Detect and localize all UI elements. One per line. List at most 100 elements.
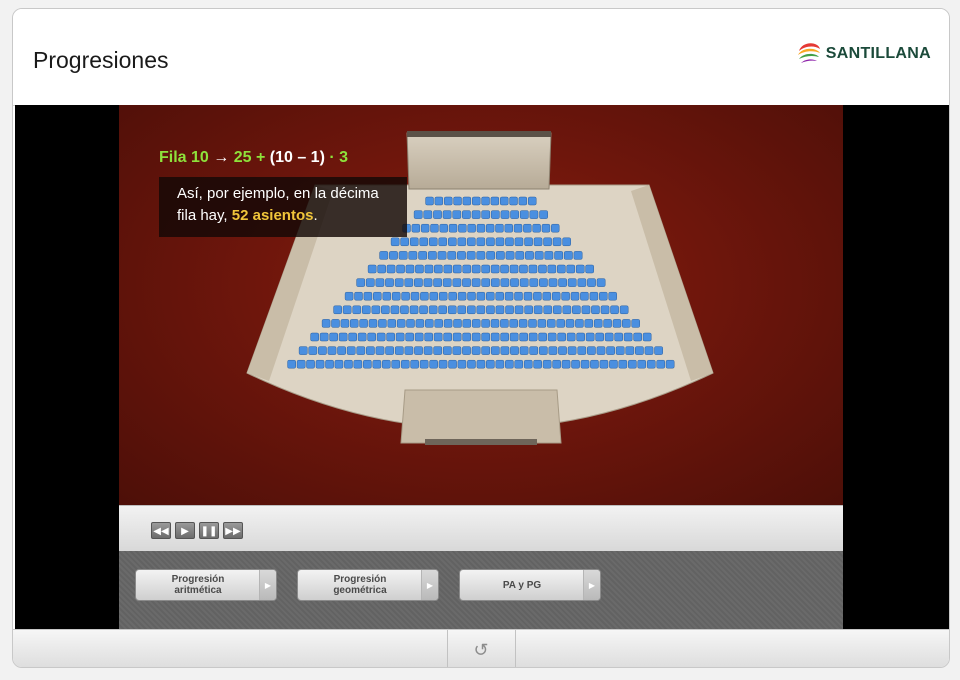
seat [609, 359, 618, 369]
seat [509, 332, 519, 342]
footer-bar: ↺ [13, 629, 949, 667]
seat [490, 264, 500, 274]
caption-highlight: 52 asientos [231, 207, 314, 224]
seat [409, 305, 419, 315]
pa-y-pg-button[interactable]: PA y PG ▶ [459, 569, 601, 601]
seat [500, 196, 509, 206]
seat [377, 264, 386, 274]
seat [353, 359, 363, 369]
seat [538, 346, 548, 355]
seat [628, 359, 637, 369]
seat [444, 196, 453, 206]
seat [534, 251, 544, 260]
seat [476, 359, 486, 369]
seat [413, 210, 423, 219]
seat [471, 319, 481, 328]
play-icon: ▶ [181, 526, 189, 537]
seat [623, 332, 633, 342]
logo-swirl-icon [797, 43, 820, 63]
seat [606, 346, 615, 355]
seat [471, 210, 481, 219]
formula-plus: + [255, 149, 266, 166]
seat [548, 346, 558, 355]
play-button[interactable]: ▶ [175, 522, 195, 539]
seat [433, 278, 442, 287]
seat [525, 251, 534, 260]
seat [481, 278, 491, 287]
seat [514, 305, 524, 315]
fast-forward-icon: ▶▶ [225, 526, 241, 537]
seat [538, 332, 547, 342]
progresion-aritmetica-button[interactable]: Progresión aritmética ▶ [135, 569, 277, 601]
seat [505, 359, 514, 369]
seat [433, 210, 442, 219]
seat [415, 319, 425, 328]
video-stage: Fila 10 → 25 + (10 – 1) · 3 Así, por eje… [15, 105, 949, 629]
seat [366, 346, 375, 355]
seat [448, 237, 457, 247]
reload-icon[interactable]: ↺ [471, 640, 491, 660]
seat [349, 319, 359, 328]
seat [519, 278, 529, 287]
seat [615, 346, 625, 355]
seat [438, 237, 448, 247]
seat [539, 278, 548, 287]
seat [500, 346, 510, 355]
seat [467, 305, 476, 315]
rewind-button[interactable]: ◀◀ [151, 522, 171, 539]
seat [495, 237, 505, 247]
seat [452, 346, 462, 355]
seat [538, 264, 547, 274]
seat [400, 305, 409, 315]
seat [500, 278, 510, 287]
seat [551, 291, 561, 301]
seat [524, 237, 533, 247]
seat [420, 223, 430, 233]
seat [453, 319, 462, 328]
seat [608, 291, 617, 301]
seat [500, 264, 509, 274]
seat [486, 237, 495, 247]
seat [368, 319, 378, 328]
seat [378, 319, 387, 328]
seat [443, 319, 453, 328]
seat [414, 278, 423, 287]
seat [471, 346, 481, 355]
seat [533, 359, 542, 369]
seat [514, 359, 524, 369]
seat [500, 319, 509, 328]
footer-divider [515, 630, 516, 667]
seat [591, 305, 600, 315]
seat [577, 278, 587, 287]
seat [599, 359, 609, 369]
seat [433, 346, 443, 355]
seat [400, 359, 410, 369]
seat [367, 332, 376, 342]
seat [514, 291, 523, 301]
seat [447, 251, 457, 260]
seat [481, 346, 491, 355]
playback-controls: ◀◀ ▶ ❚❚ ▶▶ [119, 505, 843, 552]
seat [414, 332, 424, 342]
seat [467, 223, 476, 233]
seat [495, 359, 505, 369]
seat [329, 332, 338, 342]
chevron-right-icon: ▶ [259, 570, 276, 600]
seat [442, 278, 452, 287]
seat [325, 359, 334, 369]
seat [593, 319, 603, 328]
seat [415, 264, 424, 274]
seat [423, 278, 433, 287]
seat [533, 305, 543, 315]
pause-button[interactable]: ❚❚ [199, 522, 219, 539]
seat [419, 237, 429, 247]
seat [394, 278, 404, 287]
forward-button[interactable]: ▶▶ [223, 522, 243, 539]
progresion-geometrica-button[interactable]: Progresión geométrica ▶ [297, 569, 439, 601]
seat [509, 196, 518, 206]
seat [425, 319, 434, 328]
seat [575, 264, 585, 274]
seat [429, 291, 439, 301]
seat [391, 291, 401, 301]
seat [584, 319, 594, 328]
